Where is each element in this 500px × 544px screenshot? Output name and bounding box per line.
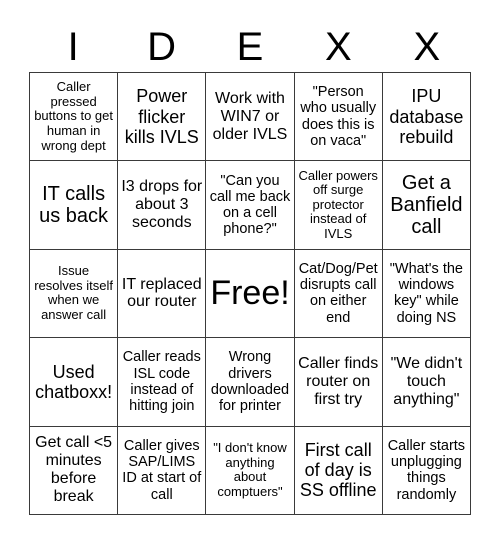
cell-text: IPU database rebuild — [389, 86, 464, 147]
bingo-cell[interactable]: Issue resolves itself when we answer cal… — [30, 249, 119, 339]
cell-text: Caller starts unplugging things randomly — [387, 437, 466, 503]
bingo-cell[interactable]: "Can you call me back on a cell phone?" — [206, 161, 295, 250]
header-letter-3: E — [236, 25, 264, 69]
cell-text: Caller reads ISL code instead of hitting… — [122, 349, 201, 415]
free-space[interactable]: Free! — [206, 249, 295, 339]
cell-text: Caller powers off surge protector instea… — [298, 167, 378, 241]
bingo-cell[interactable]: IT calls us back — [30, 161, 119, 250]
bingo-cell[interactable]: "We didn't touch anything" — [382, 338, 471, 427]
cell-text: Caller gives SAP/LIMS ID at start of cal… — [122, 437, 202, 503]
bingo-header: I D E X X — [29, 22, 471, 72]
bingo-cell[interactable]: Caller pressed buttons to get human in w… — [30, 73, 119, 162]
bingo-cell[interactable]: Caller powers off surge protector instea… — [294, 161, 383, 250]
cell-text: Wrong drivers downloaded for printer — [210, 349, 290, 415]
bingo-cell[interactable]: First call of day is SS offline — [294, 426, 383, 515]
header-letter-4: X — [325, 25, 352, 69]
bingo-cell[interactable]: I3 drops for about 3 seconds — [118, 161, 207, 250]
bingo-cell[interactable]: "Person who usually does this is on vaca… — [294, 73, 383, 162]
header-letter-1: I — [67, 25, 79, 69]
cell-text: Cat/Dog/Pet disrupts call on either end — [298, 261, 378, 326]
header-letter-5: X — [413, 25, 441, 69]
bingo-cell[interactable]: IT replaced our router — [118, 249, 207, 339]
bingo-cell[interactable]: Get call <5 minutes before break — [30, 426, 119, 515]
bingo-cell[interactable]: Cat/Dog/Pet disrupts call on either end — [294, 249, 383, 339]
cell-text: "What's the windows key" while doing NS — [389, 261, 463, 326]
cell-text: Caller pressed buttons to get human in w… — [34, 79, 113, 153]
bingo-cell[interactable]: IPU database rebuild — [382, 73, 471, 162]
cell-text: "Person who usually does this is on vaca… — [300, 84, 377, 149]
bingo-cell[interactable]: Wrong drivers downloaded for printer — [206, 338, 295, 427]
cell-text: Used chatboxx! — [35, 361, 113, 402]
cell-text: "Can you call me back on a cell phone?" — [209, 172, 291, 238]
bingo-cell[interactable]: Power flicker kills IVLS — [118, 73, 207, 162]
cell-text: Power flicker kills IVLS — [124, 86, 199, 147]
bingo-cell[interactable]: "What's the windows key" while doing NS — [382, 249, 471, 339]
cell-text: "I don't know anything about comptuers" — [213, 440, 287, 499]
cell-text: IT replaced our router — [121, 275, 202, 311]
cell-text: Free! — [210, 274, 290, 313]
bingo-board: Caller pressed buttons to get human in w… — [29, 72, 471, 515]
cell-text: Caller finds router on first try — [298, 355, 379, 408]
cell-text: I3 drops for about 3 seconds — [121, 178, 203, 232]
bingo-cell[interactable]: Work with WIN7 or older IVLS — [206, 73, 295, 162]
bingo-cell[interactable]: Used chatboxx! — [30, 338, 119, 427]
bingo-cell[interactable]: Caller finds router on first try — [294, 338, 383, 427]
bingo-cell[interactable]: "I don't know anything about comptuers" — [206, 426, 295, 515]
bingo-cell[interactable]: Caller gives SAP/LIMS ID at start of cal… — [118, 426, 207, 515]
cell-text: Work with WIN7 or older IVLS — [212, 89, 288, 143]
cell-text: "We didn't touch anything" — [390, 355, 463, 408]
cell-text: Get call <5 minutes before break — [35, 434, 113, 506]
header-letter-2: D — [147, 25, 177, 69]
cell-text: First call of day is SS offline — [299, 440, 377, 501]
cell-text: IT calls us back — [39, 182, 109, 228]
bingo-cell[interactable]: Caller starts unplugging things randomly — [382, 426, 471, 515]
cell-text: Issue resolves itself when we answer cal… — [34, 263, 113, 323]
bingo-cell[interactable]: Caller reads ISL code instead of hitting… — [118, 338, 207, 427]
cell-text: Get a Banfield call — [390, 171, 463, 239]
bingo-cell[interactable]: Get a Banfield call — [382, 161, 471, 250]
